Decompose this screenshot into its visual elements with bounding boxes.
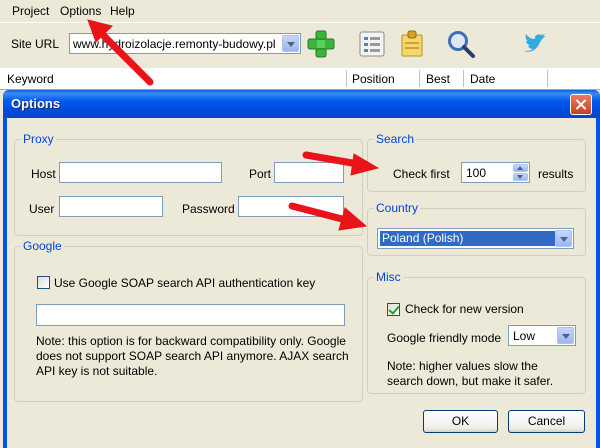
country-legend: Country xyxy=(376,201,419,215)
column-date[interactable]: Date xyxy=(470,72,495,86)
check-new-version-checkbox[interactable] xyxy=(387,303,400,316)
spin-down-icon[interactable] xyxy=(513,173,528,181)
user-input[interactable] xyxy=(59,196,163,217)
country-selected: Poland (Polish) xyxy=(380,231,555,246)
dialog-title-bar[interactable]: Options xyxy=(3,90,600,118)
password-input[interactable] xyxy=(238,196,344,217)
close-icon[interactable] xyxy=(570,94,592,115)
ok-button[interactable]: OK xyxy=(423,410,498,433)
menu-help[interactable]: Help xyxy=(110,4,135,18)
soap-key-checkbox-label[interactable]: Use Google SOAP search API authenticatio… xyxy=(54,276,315,290)
proxy-group: Proxy xyxy=(14,132,363,236)
results-label: results xyxy=(538,167,574,181)
site-url-select[interactable]: www.hydroizolacje.remonty-budowy.pl xyxy=(69,33,301,54)
soap-key-checkbox[interactable] xyxy=(37,276,50,289)
google-legend: Google xyxy=(23,239,62,253)
misc-note: Note: higher values slow the search down… xyxy=(387,359,554,388)
chevron-down-icon[interactable] xyxy=(555,230,572,247)
stepper-arrows[interactable] xyxy=(513,164,528,181)
search-icon[interactable] xyxy=(446,29,476,59)
column-position[interactable]: Position xyxy=(352,72,395,86)
chevron-down-icon[interactable] xyxy=(282,35,299,52)
google-note: Note: this option is for backward compat… xyxy=(36,334,349,378)
friendly-mode-value: Low xyxy=(513,329,536,343)
dialog-body: Proxy Host Port User Password Google Use… xyxy=(7,118,596,448)
menu-bar: Project Options Help xyxy=(0,0,600,22)
port-label: Port xyxy=(249,167,272,181)
search-legend: Search xyxy=(376,132,415,146)
menu-project[interactable]: Project xyxy=(12,4,49,18)
twitter-icon[interactable] xyxy=(520,29,550,59)
soap-key-input[interactable] xyxy=(36,304,345,326)
notes-icon[interactable] xyxy=(397,29,427,59)
cancel-button[interactable]: Cancel xyxy=(508,410,585,433)
add-icon[interactable] xyxy=(306,29,336,59)
chevron-down-icon[interactable] xyxy=(557,327,574,344)
check-new-version-label[interactable]: Check for new version xyxy=(405,302,524,316)
password-label: Password xyxy=(182,202,235,216)
site-url-label: Site URL xyxy=(11,37,60,51)
friendly-mode-label: Google friendly mode xyxy=(387,331,502,345)
site-url-value: www.hydroizolacje.remonty-budowy.pl xyxy=(73,37,276,51)
options-dialog: Options Proxy Host Port User Password Go… xyxy=(3,90,600,448)
dialog-title: Options xyxy=(11,96,61,111)
results-table-header: Keyword Position Best Date xyxy=(0,68,600,90)
country-select[interactable]: Poland (Polish) xyxy=(377,228,574,249)
port-input[interactable] xyxy=(274,162,344,183)
menu-options[interactable]: Options xyxy=(60,4,101,18)
check-first-value: 100 xyxy=(466,166,487,180)
report-icon[interactable] xyxy=(357,29,387,59)
column-best[interactable]: Best xyxy=(426,72,450,86)
misc-legend: Misc xyxy=(376,270,401,284)
host-label: Host xyxy=(31,167,56,181)
spin-up-icon[interactable] xyxy=(513,164,528,172)
host-input[interactable] xyxy=(59,162,222,183)
proxy-legend: Proxy xyxy=(23,132,54,146)
check-first-label: Check first xyxy=(393,167,450,181)
column-keyword[interactable]: Keyword xyxy=(7,72,54,86)
check-first-stepper[interactable]: 100 xyxy=(461,162,530,183)
friendly-mode-select[interactable]: Low xyxy=(508,325,576,346)
user-label: User xyxy=(29,202,55,216)
